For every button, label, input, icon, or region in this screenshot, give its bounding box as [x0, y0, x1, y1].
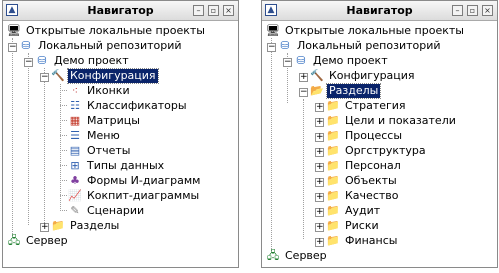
expand-toggle[interactable]: + [315, 148, 324, 157]
tree-node-label: Сценарии [87, 204, 145, 217]
tree-node-label: Демо проект [313, 54, 388, 67]
restore-button[interactable]: ▫ [208, 5, 219, 16]
classifiers-icon: ☷ [70, 99, 80, 112]
expand-toggle[interactable]: + [315, 103, 324, 112]
close-button[interactable]: × [482, 5, 493, 16]
folder-open-icon: 📂 [310, 84, 324, 97]
tree-node-label: Стратегия [345, 99, 406, 112]
tree-node-label: Матрицы [87, 114, 140, 127]
tree-node-label: Качество [345, 189, 399, 202]
hammer-icon: 🔨 [310, 69, 324, 82]
tree-node-label: Конфигурация [329, 69, 415, 82]
tree-node-label: Разделы [325, 83, 382, 99]
expand-toggle[interactable]: + [315, 163, 324, 172]
expand-toggle[interactable]: + [315, 118, 324, 127]
tree-node-label: Формы И-диаграмм [87, 174, 201, 187]
tree-node-label: Цели и показатели [345, 114, 456, 127]
expand-toggle[interactable]: + [315, 238, 324, 247]
database-icon: ⛁ [21, 39, 31, 52]
folder-icon: 📁 [326, 99, 340, 112]
folder-icon: 📁 [51, 219, 65, 232]
tree-node-label: Иконки [87, 84, 130, 97]
tree-node-label: Классификаторы [87, 99, 187, 112]
expand-toggle[interactable]: + [299, 73, 308, 82]
tree-node-label: Отчеты [87, 144, 131, 157]
tree-node-label: Разделы [70, 219, 120, 232]
matrix-icon: ▦ [69, 114, 81, 127]
expand-toggle[interactable]: + [40, 223, 49, 232]
collapse-toggle[interactable]: − [24, 58, 33, 67]
diagram-form-icon: ♣ [70, 174, 80, 187]
folder-icon: 📁 [326, 129, 340, 142]
folder-icon: 📁 [326, 219, 340, 232]
close-button[interactable]: × [223, 5, 234, 16]
tree-node-label: Открытые локальные проекты [285, 24, 464, 37]
folder-icon: 📁 [326, 234, 340, 247]
restore-button[interactable]: ▫ [467, 5, 478, 16]
folder-icon: 📁 [326, 159, 340, 172]
folder-icon: 📁 [326, 114, 340, 127]
folder-icon: 📁 [326, 144, 340, 157]
minimize-button[interactable]: – [193, 5, 204, 16]
tree-node-label: Конфигурация [67, 68, 159, 84]
tree-node-label: Локальный репозиторий [38, 39, 182, 52]
scenario-icon: ✎ [70, 204, 80, 217]
minimize-button[interactable]: – [452, 5, 463, 16]
database-icon: ⛁ [37, 54, 47, 67]
navigator-window-right: ▲ Навигатор – ▫ × 🖥 Открытые локальные п… [261, 0, 498, 268]
tree-node-label: Оргструктура [345, 144, 426, 157]
expand-toggle[interactable]: + [315, 208, 324, 217]
database-icon: ⛁ [280, 39, 290, 52]
server-icon: 🖧 [7, 234, 21, 247]
collapse-toggle[interactable]: − [299, 88, 308, 97]
menu-icon: ☰ [70, 129, 80, 142]
tree-node-label: Персонал [345, 159, 401, 172]
report-icon: ▤ [69, 144, 81, 157]
collapse-toggle[interactable]: − [283, 58, 292, 67]
title-bar[interactable]: ▲ Навигатор – ▫ × [262, 1, 497, 21]
navigator-window-left: ▲ Навигатор – ▫ × 🖥 Открытые локальные п… [2, 0, 239, 268]
icons-icon: ⁖ [71, 84, 79, 97]
collapse-toggle[interactable]: − [8, 43, 17, 52]
tree-node-label: Финансы [345, 234, 398, 247]
expand-toggle[interactable]: + [315, 223, 324, 232]
computer-icon: 🖥 [266, 24, 280, 37]
collapse-toggle[interactable]: − [267, 43, 276, 52]
cockpit-chart-icon: 📈 [68, 189, 82, 202]
folder-icon: 📁 [326, 174, 340, 187]
tree-node-label: Кокпит-диаграммы [87, 189, 200, 202]
expand-toggle[interactable]: + [315, 178, 324, 187]
expand-toggle[interactable]: + [315, 133, 324, 142]
database-icon: ⛁ [296, 54, 306, 67]
expand-toggle[interactable]: + [315, 193, 324, 202]
tree-node-label: Аудит [345, 204, 381, 217]
data-types-icon: ⊞ [70, 159, 80, 172]
server-icon: 🖧 [266, 249, 280, 262]
tree-node-label: Риски [345, 219, 379, 232]
hammer-icon: 🔨 [51, 69, 65, 82]
computer-icon: 🖥 [7, 24, 21, 37]
tree-node-label: Объекты [345, 174, 397, 187]
tree-node-label: Процессы [345, 129, 403, 142]
folder-icon: 📁 [326, 189, 340, 202]
tree-node-label: Сервер [26, 234, 68, 247]
title-bar[interactable]: ▲ Навигатор – ▫ × [3, 1, 238, 21]
tree-node-label: Сервер [285, 249, 327, 262]
tree-node-label: Открытые локальные проекты [26, 24, 205, 37]
folder-icon: 📁 [326, 204, 340, 217]
tree-node-label: Локальный репозиторий [297, 39, 441, 52]
tree-node-label: Типы данных [87, 159, 165, 172]
tree-node-label: Демо проект [54, 54, 129, 67]
collapse-toggle[interactable]: − [40, 73, 49, 82]
tree-node-label: Меню [87, 129, 120, 142]
